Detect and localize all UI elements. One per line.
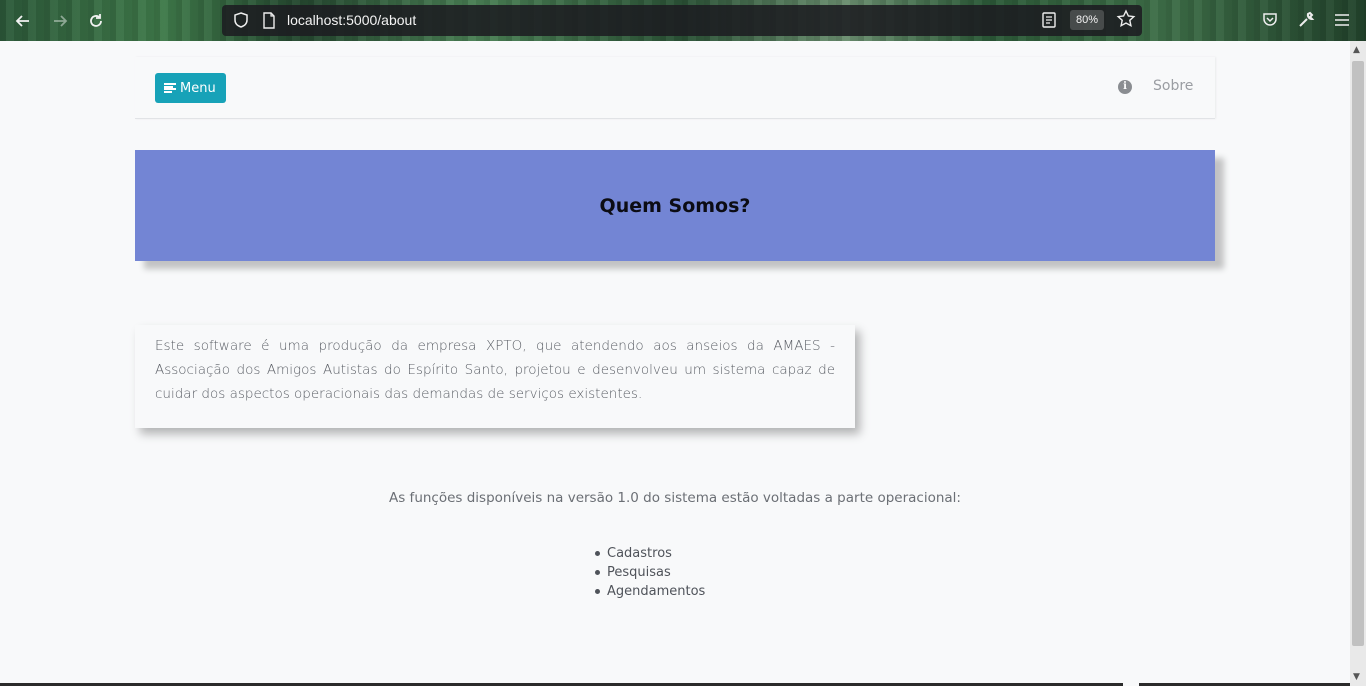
scrollbar-thumb[interactable] [1352, 61, 1364, 646]
reader-view-icon[interactable] [1040, 11, 1058, 29]
about-text: Este software é uma produção da empresa … [155, 338, 835, 402]
url-bar[interactable]: localhost:5000/about 80% [222, 5, 1142, 36]
pocket-icon[interactable] [1258, 8, 1282, 32]
browser-toolbar: localhost:5000/about 80% [0, 0, 1366, 41]
about-link[interactable]: Sobre [1153, 78, 1193, 94]
forward-icon[interactable] [47, 8, 73, 34]
bullet-icon [595, 570, 600, 575]
about-card: Este software é uma produção da empresa … [135, 325, 855, 428]
hamburger-menu-icon[interactable] [1330, 8, 1354, 32]
page-icon[interactable] [262, 12, 276, 29]
function-label: Agendamentos [607, 584, 706, 599]
zoom-level[interactable]: 80% [1070, 10, 1105, 30]
info-icon: i [1118, 80, 1132, 94]
list-item: Cadastros [595, 544, 705, 563]
scroll-down-icon[interactable]: ▼ [1353, 672, 1360, 682]
menu-lines-icon [164, 83, 176, 93]
function-label: Cadastros [607, 546, 672, 561]
shield-icon[interactable] [232, 11, 250, 29]
scroll-up-icon[interactable]: ▲ [1353, 45, 1360, 55]
page-viewport: Menu i Sobre Quem Somos? Este software é… [0, 41, 1350, 686]
list-item: Agendamentos [595, 582, 705, 601]
page-title: Quem Somos? [599, 194, 751, 217]
menu-button-label: Menu [180, 80, 216, 96]
reload-icon[interactable] [83, 8, 109, 34]
bookmark-star-icon[interactable] [1115, 9, 1137, 31]
bullet-icon [595, 589, 600, 594]
hero-banner: Quem Somos? [135, 150, 1215, 261]
top-navbar: Menu i Sobre [135, 57, 1215, 119]
vertical-scrollbar[interactable]: ▲ ▼ [1350, 41, 1366, 686]
bullet-icon [595, 551, 600, 556]
functions-list: Cadastros Pesquisas Agendamentos [595, 544, 705, 601]
back-icon[interactable] [10, 8, 36, 34]
functions-intro: As funções disponíveis na versão 1.0 do … [389, 490, 961, 506]
menu-button[interactable]: Menu [155, 73, 226, 103]
url-text[interactable]: localhost:5000/about [287, 12, 416, 28]
list-item: Pesquisas [595, 563, 705, 582]
function-label: Pesquisas [607, 565, 671, 580]
wrench-icon[interactable] [1294, 8, 1318, 32]
